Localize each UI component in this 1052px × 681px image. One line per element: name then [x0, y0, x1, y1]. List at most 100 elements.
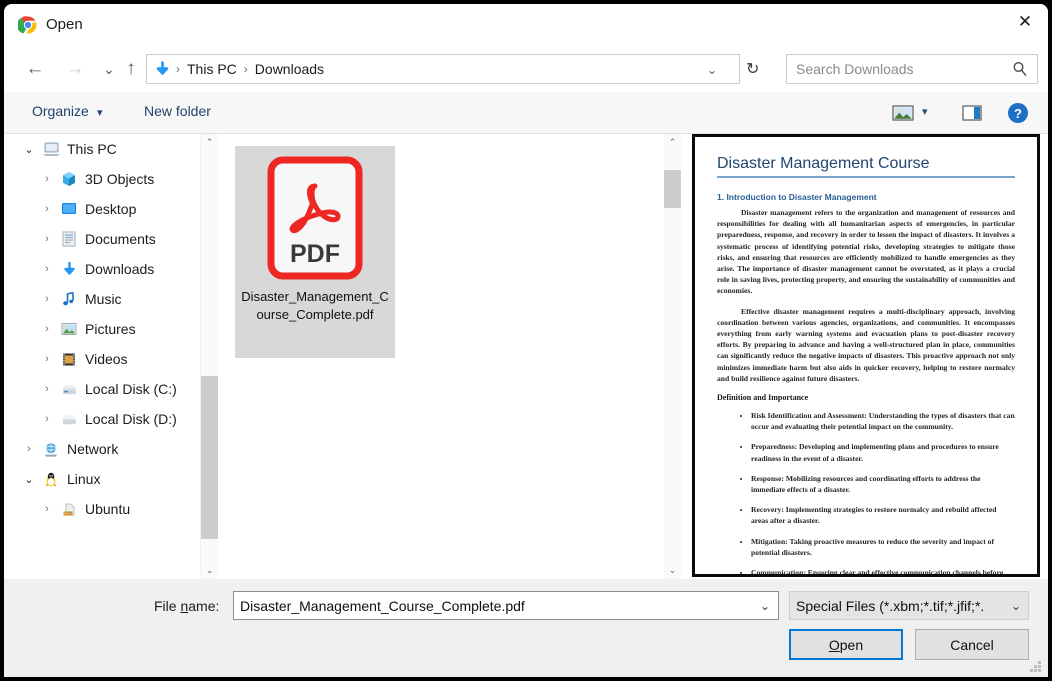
file-list[interactable]: PDF Disaster_Management_Course_Complete.… [218, 134, 658, 579]
open-file-dialog: Open ✕ ← → ⌄ ↑ › This PC › Downloads ⌄ ↻ [4, 4, 1048, 677]
downloads-arrow-icon [154, 61, 171, 78]
doc-bullet-text: : Taking proactive measures to reduce th… [751, 537, 994, 557]
breadcrumb-downloads[interactable]: Downloads [253, 61, 326, 77]
search-input[interactable]: Search Downloads [786, 54, 1038, 84]
chevron-right-icon[interactable]: › [36, 233, 58, 245]
sidebar-item-label: Ubuntu [85, 501, 130, 517]
close-icon[interactable]: ✕ [1002, 4, 1048, 40]
videos-icon [58, 350, 80, 368]
this-pc-icon [40, 140, 62, 158]
doc-bullet-item: Risk Identification and Assessment: Unde… [751, 410, 1015, 432]
local-disk-c-icon [58, 380, 80, 398]
sidebar-item-label: Music [85, 291, 122, 307]
screen: Open ✕ ← → ⌄ ↑ › This PC › Downloads ⌄ ↻ [0, 0, 1052, 681]
forward-button[interactable]: → [60, 54, 90, 84]
sidebar-item-pictures[interactable]: › Pictures [4, 314, 200, 344]
file-name-chevron-down-icon[interactable]: ⌄ [760, 599, 770, 613]
sidebar-scroll-down-icon[interactable]: ⌄ [201, 562, 218, 579]
sidebar-item-3d-objects[interactable]: › 3D Objects [4, 164, 200, 194]
doc-bullet-term: Risk Identification and Assessment [751, 411, 864, 420]
doc-bullet-item: Response: Mobilizing resources and coord… [751, 473, 1015, 495]
3d-objects-icon [58, 170, 80, 188]
address-bar[interactable]: › This PC › Downloads ⌄ [146, 54, 740, 84]
open-button[interactable]: Open [789, 629, 903, 660]
desktop-icon [58, 200, 80, 218]
sidebar-item-ubuntu[interactable]: › Ubuntu [4, 494, 200, 524]
organize-caret-icon[interactable]: ▾ [97, 106, 103, 119]
sidebar-item-label: Pictures [85, 321, 136, 337]
sidebar-item-videos[interactable]: ›Videos [4, 344, 200, 374]
doc-paragraph-1: Disaster management refers to the organi… [717, 207, 1015, 297]
sidebar-item-local-disk-c[interactable]: ›Local Disk (C:) [4, 374, 200, 404]
sidebar-scroll-thumb[interactable] [201, 376, 218, 539]
sidebar-item-linux[interactable]: ⌄ Linux [4, 464, 200, 494]
sidebar-item-label: Desktop [85, 201, 136, 217]
file-scroll-thumb[interactable] [664, 170, 681, 208]
sidebar-item-label: 3D Objects [85, 171, 154, 187]
doc-bullet-term: Response [751, 474, 781, 483]
sidebar-item-local-disk-d[interactable]: ›Local Disk (D:) [4, 404, 200, 434]
view-thumbnail-icon[interactable] [890, 100, 916, 126]
doc-bullet-term: Mitigation [751, 537, 785, 546]
pictures-icon [58, 320, 80, 338]
chevron-right-icon[interactable]: › [36, 173, 58, 185]
chevron-down-icon[interactable]: ⌄ [707, 63, 717, 77]
chevron-right-icon[interactable]: › [36, 203, 58, 215]
doc-title: Disaster Management Course [717, 155, 1015, 173]
search-placeholder: Search Downloads [796, 61, 914, 77]
chevron-right-icon[interactable]: › [36, 413, 58, 425]
organize-button[interactable]: Organize [32, 103, 89, 119]
sidebar-item-music[interactable]: › Music [4, 284, 200, 314]
preview-pane: Disaster Management Course 1. Introducti… [692, 134, 1040, 577]
doc-bullet-text: : Mobilizing resources and coordinating … [751, 474, 981, 494]
sidebar-scrollbar[interactable]: ⌃ ⌄ [200, 134, 217, 579]
resize-grip[interactable] [1029, 659, 1043, 673]
sidebar-item-this-pc[interactable]: ⌄This PC [4, 134, 200, 164]
breadcrumb-this-pc[interactable]: This PC [185, 61, 239, 77]
file-name-input[interactable]: Disaster_Management_Course_Complete.pdf … [233, 591, 779, 620]
file-scroll-up-icon[interactable]: ⌃ [664, 134, 681, 151]
window-title: Open [46, 15, 83, 35]
up-button[interactable]: ↑ [116, 54, 146, 84]
chevron-right-icon[interactable]: › [36, 263, 58, 275]
chevron-right-icon[interactable]: › [36, 293, 58, 305]
breadcrumb-sep-0: › [171, 62, 185, 76]
chevron-right-icon[interactable]: › [18, 443, 40, 455]
file-list-scrollbar[interactable]: ⌃ ⌄ [664, 134, 681, 579]
svg-text:?: ? [1014, 106, 1022, 121]
svg-text:PDF: PDF [290, 240, 340, 268]
refresh-icon[interactable]: ↻ [746, 59, 759, 79]
chevron-down-icon[interactable]: ⌄ [18, 143, 40, 156]
sidebar-item-label: Downloads [85, 261, 154, 277]
cancel-button[interactable]: Cancel [915, 629, 1029, 660]
back-button[interactable]: ← [20, 54, 50, 84]
dialog-body: ⌄This PC › 3D Objects › Desktop › Documents › Do… [4, 134, 1048, 579]
view-caret-icon[interactable]: ▾ [922, 105, 940, 118]
file-item[interactable]: PDF Disaster_Management_Course_Complete.… [235, 146, 395, 358]
chevron-right-icon[interactable]: › [36, 323, 58, 335]
navigation-tree: ⌄This PC › 3D Objects › Desktop › Documents › Do… [4, 134, 200, 579]
sidebar-item-documents[interactable]: › Documents [4, 224, 200, 254]
file-type-select[interactable]: Special Files (*.xbm;*.tif;*.jfif;*. ⌄ [789, 591, 1029, 620]
navigation-bar: ← → ⌄ ↑ › This PC › Downloads ⌄ ↻ Search… [4, 46, 1048, 92]
file-name-value: Disaster_Management_Course_Complete.pdf [240, 598, 525, 614]
sidebar-item-desktop[interactable]: › Desktop [4, 194, 200, 224]
new-folder-button[interactable]: New folder [144, 103, 211, 119]
file-type-chevron-down-icon[interactable]: ⌄ [1011, 599, 1021, 613]
file-type-value: Special Files (*.xbm;*.tif;*.jfif;*. [796, 598, 984, 614]
chevron-right-icon[interactable]: › [36, 503, 58, 515]
file-scroll-down-icon[interactable]: ⌄ [664, 562, 681, 579]
sidebar-item-downloads[interactable]: › Downloads [4, 254, 200, 284]
chevron-right-icon[interactable]: › [36, 383, 58, 395]
sidebar-item-network[interactable]: ›Network [4, 434, 200, 464]
preview-pane-icon[interactable] [959, 100, 985, 126]
chevron-down-icon[interactable]: ⌄ [18, 473, 40, 486]
help-icon[interactable]: ? [1005, 100, 1031, 126]
local-disk-d-icon [58, 410, 80, 428]
sidebar-scroll-up-icon[interactable]: ⌃ [201, 134, 218, 151]
sidebar-item-label: Documents [85, 231, 156, 247]
sidebar-item-label: Linux [67, 471, 100, 487]
chevron-right-icon[interactable]: › [36, 353, 58, 365]
doc-bullet-text: : Implementing strategies to restore nor… [751, 505, 996, 525]
network-icon [40, 440, 62, 458]
